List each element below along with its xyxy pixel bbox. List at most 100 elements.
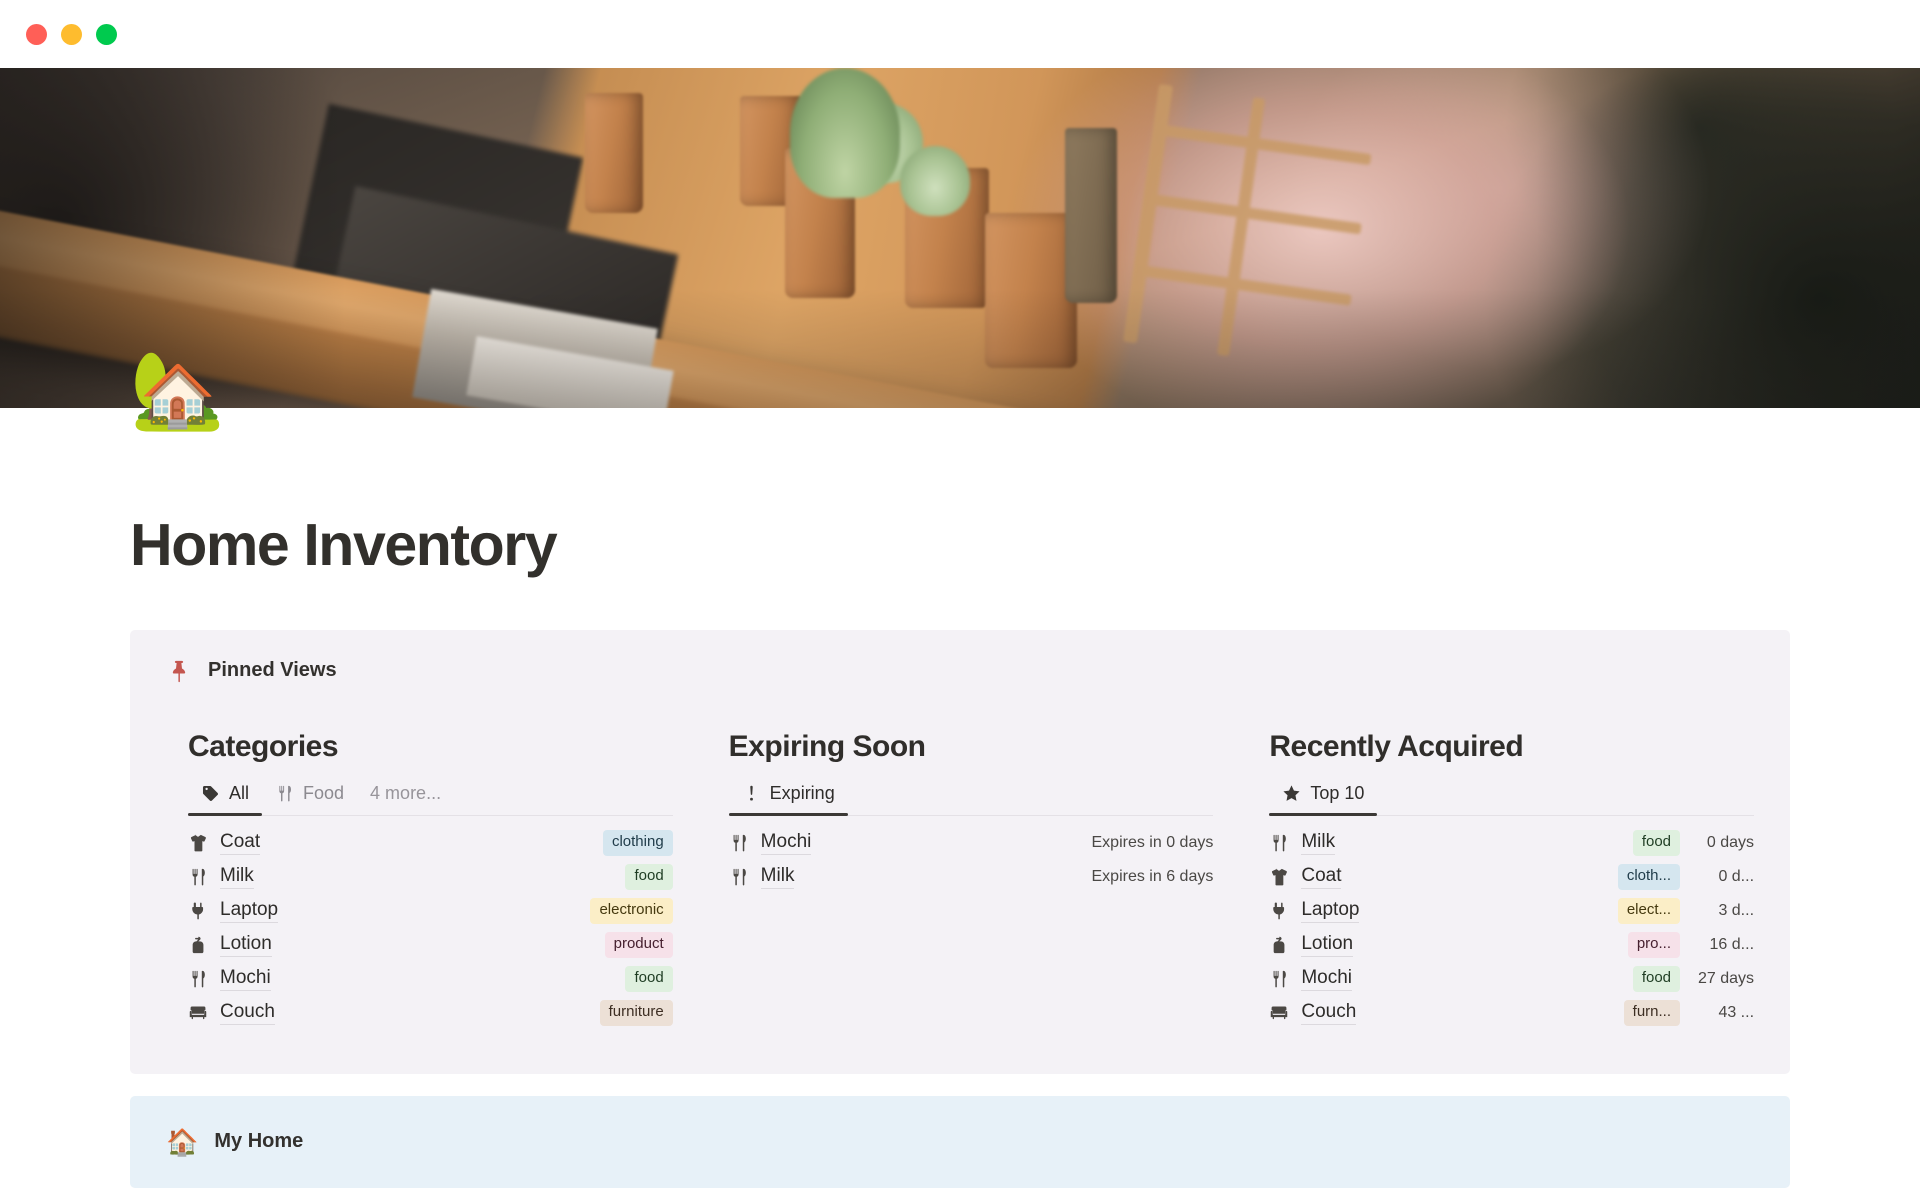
- tab-food[interactable]: Food: [262, 776, 357, 815]
- category-tag: electronic: [590, 898, 673, 924]
- minimize-window-button[interactable]: [61, 23, 82, 45]
- tabs-more-button[interactable]: 4 more...: [357, 776, 454, 815]
- table-row[interactable]: Lotion pro... 16 d...: [1269, 928, 1754, 962]
- acquired-meta: 43 ...: [1718, 1003, 1755, 1021]
- item-name[interactable]: Couch: [1301, 1001, 1357, 1025]
- tag-icon: [201, 784, 220, 803]
- item-name[interactable]: Lotion: [220, 933, 272, 957]
- pinned-views-label: Pinned Views: [208, 659, 337, 682]
- page-body: 🏡 Home Inventory Pinned Views Categories: [0, 353, 1920, 1188]
- table-row[interactable]: Couch furniture: [188, 996, 673, 1030]
- category-tag: food: [625, 966, 673, 992]
- page-cover-image[interactable]: [0, 68, 1920, 408]
- house-icon: 🏠: [166, 1126, 199, 1157]
- expiry-meta: Expires in 6 days: [1091, 867, 1214, 885]
- table-row[interactable]: Mochi food 27 days: [1269, 962, 1754, 996]
- table-row[interactable]: Couch furn... 43 ...: [1269, 996, 1754, 1030]
- view-tabs: Top 10: [1269, 776, 1755, 817]
- acquired-meta: 16 d...: [1709, 935, 1755, 953]
- column-title: Categories: [188, 729, 339, 763]
- fork-knife-icon: [275, 784, 294, 803]
- tshirt-icon: [1269, 867, 1289, 887]
- page-icon[interactable]: 🏡: [130, 353, 225, 429]
- table-row[interactable]: Coat cloth... 0 d...: [1269, 860, 1754, 894]
- category-tag: product: [604, 932, 673, 958]
- table-row[interactable]: Mochi Expires in 0 days: [729, 826, 1214, 860]
- tab-label: Expiring: [769, 782, 835, 803]
- table-row[interactable]: Milk food: [188, 860, 673, 894]
- table-row[interactable]: Coat clothing: [188, 826, 673, 860]
- expiry-meta: Expires in 0 days: [1091, 833, 1214, 851]
- close-window-button[interactable]: [26, 23, 47, 45]
- table-row[interactable]: Milk food 0 days: [1269, 826, 1754, 860]
- category-tag: food: [1632, 966, 1681, 992]
- table-row[interactable]: Lotion product: [188, 928, 673, 962]
- acquired-meta: 27 days: [1697, 969, 1755, 987]
- category-tag: elect...: [1617, 898, 1681, 924]
- lotion-icon: [188, 935, 208, 955]
- table-row[interactable]: Milk Expires in 6 days: [729, 860, 1214, 894]
- table-row[interactable]: Laptop electronic: [188, 894, 673, 928]
- tab-all[interactable]: All: [188, 776, 263, 817]
- category-tag: pro...: [1627, 932, 1681, 958]
- table-row[interactable]: Mochi food: [188, 962, 673, 996]
- column-title: Recently Acquired: [1269, 729, 1524, 763]
- acquired-meta: 0 days: [1706, 833, 1755, 851]
- pinned-view-recently-acquired: Recently Acquired Top 10 Milk food 0 day…: [1269, 729, 1755, 1030]
- column-title: Expiring Soon: [728, 729, 926, 763]
- item-name[interactable]: Coat: [220, 831, 261, 855]
- view-tabs: Expiring: [728, 776, 1214, 817]
- cover-vignette: [0, 68, 1920, 408]
- plug-icon: [188, 901, 208, 921]
- item-name[interactable]: Coat: [1301, 865, 1342, 889]
- fork-knife-icon: [1269, 969, 1289, 989]
- window-titlebar: [0, 0, 1920, 68]
- recently-acquired-rows: Milk food 0 days Coat cloth... 0 d... La…: [1269, 826, 1754, 1030]
- tshirt-icon: [188, 833, 208, 853]
- pinned-views-columns: Categories All Food 4 more... Coat cloth…: [166, 729, 1755, 1030]
- expiring-rows: Mochi Expires in 0 days Milk Expires in …: [729, 826, 1214, 894]
- item-name[interactable]: Lotion: [1301, 933, 1354, 957]
- pinned-view-categories: Categories All Food 4 more... Coat cloth…: [188, 730, 673, 1030]
- item-name[interactable]: Milk: [760, 865, 795, 889]
- category-tag: food: [1632, 830, 1681, 856]
- category-tag: food: [625, 864, 673, 890]
- item-name[interactable]: Mochi: [1301, 967, 1353, 991]
- fork-knife-icon: [188, 867, 208, 887]
- fork-knife-icon: [1269, 833, 1289, 853]
- view-tabs: All Food 4 more...: [188, 776, 673, 817]
- page-title: Home Inventory: [130, 512, 558, 578]
- maximize-window-button[interactable]: [96, 23, 117, 45]
- item-name[interactable]: Laptop: [220, 899, 279, 923]
- exclamation-icon: [742, 784, 761, 803]
- pinned-views-header: Pinned Views: [166, 658, 1754, 684]
- my-home-callout[interactable]: 🏠 My Home: [130, 1095, 1790, 1188]
- pinned-views-callout: Pinned Views Categories All Food 4 more.…: [130, 629, 1790, 1074]
- categories-rows: Coat clothing Milk food Laptop electroni…: [188, 826, 673, 1030]
- couch-icon: [1269, 1003, 1289, 1023]
- acquired-meta: 0 d...: [1718, 867, 1755, 885]
- category-tag: cloth...: [1617, 864, 1681, 890]
- tab-expiring[interactable]: Expiring: [728, 776, 848, 817]
- item-name[interactable]: Laptop: [1301, 899, 1360, 923]
- pushpin-icon: [166, 658, 192, 684]
- couch-icon: [188, 1003, 208, 1023]
- star-icon: [1282, 784, 1301, 803]
- tab-label: Top 10: [1310, 782, 1365, 803]
- pinned-view-expiring-soon: Expiring Soon Expiring Mochi Expires in …: [728, 729, 1214, 1030]
- item-name[interactable]: Milk: [220, 865, 254, 889]
- tab-top-10[interactable]: Top 10: [1269, 776, 1378, 817]
- fork-knife-icon: [188, 969, 208, 989]
- category-tag: furniture: [599, 1000, 673, 1026]
- lotion-icon: [1269, 935, 1289, 955]
- fork-knife-icon: [729, 833, 749, 853]
- item-name[interactable]: Mochi: [220, 967, 271, 991]
- fork-knife-icon: [729, 867, 749, 887]
- category-tag: clothing: [602, 830, 673, 856]
- table-row[interactable]: Laptop elect... 3 d...: [1269, 894, 1754, 928]
- category-tag: furn...: [1623, 1000, 1681, 1026]
- my-home-label: My Home: [214, 1130, 304, 1153]
- item-name[interactable]: Milk: [1301, 831, 1336, 855]
- item-name[interactable]: Couch: [220, 1001, 275, 1025]
- item-name[interactable]: Mochi: [760, 831, 812, 855]
